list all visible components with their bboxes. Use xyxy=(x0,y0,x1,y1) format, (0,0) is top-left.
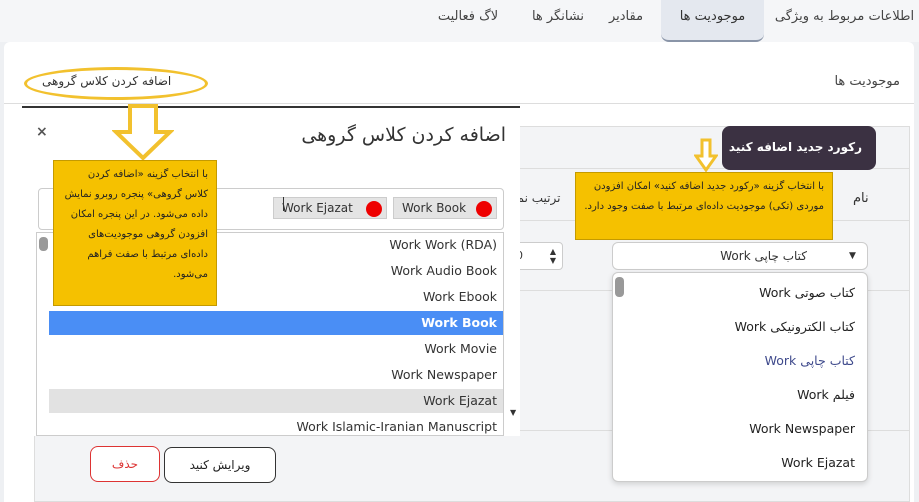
add-new-record-label: رکورد جدید اضافه کنید xyxy=(728,140,862,154)
dropdown-option[interactable]: Work Ejazat xyxy=(781,455,855,470)
list-item-hover[interactable]: Work Ejazat xyxy=(49,389,503,413)
tab-attribute-info[interactable]: اطلاعات مربوط به ویژگی xyxy=(770,0,919,42)
tab-activity-log[interactable]: لاگ فعالیت xyxy=(420,0,516,42)
scroll-down-icon[interactable]: ▼ xyxy=(510,408,516,417)
remove-tag-icon[interactable] xyxy=(366,201,382,217)
dropdown-option[interactable]: Work کتاب الکترونیکی xyxy=(735,319,855,334)
down-arrow-icon xyxy=(694,138,718,172)
entity-type-select[interactable]: Work کتاب چاپی ▼ xyxy=(612,242,868,270)
close-icon[interactable]: × xyxy=(36,124,48,140)
entity-type-dropdown[interactable]: Work کتاب صوتی Work کتاب الکترونیکی Work… xyxy=(612,272,868,482)
delete-button[interactable]: حذف xyxy=(90,446,160,482)
entities-section-label: موجودیت ها xyxy=(834,74,900,89)
column-header-order: ترتیب نما xyxy=(514,191,561,205)
tab-values[interactable]: مقادیر xyxy=(596,0,656,42)
top-tab-bar: اطلاعات مربوط به ویژگی موجودیت ها مقادیر… xyxy=(0,0,919,42)
list-item[interactable]: Work Islamic-Iranian Manuscript xyxy=(49,415,503,435)
column-header-name: نام xyxy=(853,191,869,206)
tag-label: Work Ejazat xyxy=(282,201,353,215)
add-new-record-button[interactable]: رکورد جدید اضافه کنید xyxy=(722,126,876,170)
text-cursor xyxy=(283,197,284,211)
selected-tag: Work Book xyxy=(393,197,497,219)
highlight-ellipse xyxy=(24,67,208,100)
list-item[interactable]: Work Newspaper xyxy=(49,363,503,387)
modal-title: اضافه کردن کلاس گروهی xyxy=(301,124,506,146)
tag-label: Work Book xyxy=(402,201,467,215)
annotation-note-left: با انتخاب گزینه «اضافه کردن کلاس گروهی» … xyxy=(53,160,217,306)
scrollbar-thumb[interactable] xyxy=(615,277,624,297)
selected-tag: Work Ejazat xyxy=(273,197,387,219)
edit-button[interactable]: ویرایش کنید xyxy=(164,447,276,483)
scrollbar-thumb[interactable] xyxy=(39,237,48,251)
list-item-selected[interactable]: Work Book xyxy=(49,311,503,335)
dropdown-option-selected[interactable]: Work کتاب چاپی xyxy=(765,353,855,368)
stepper-arrows-icon[interactable]: ▲ ▼ xyxy=(550,247,556,265)
tab-indicators[interactable]: نشانگر ها xyxy=(520,0,596,42)
tab-entities[interactable]: موجودیت ها xyxy=(661,0,764,42)
list-item[interactable]: Work Movie xyxy=(49,337,503,361)
dropdown-option[interactable]: Work Newspaper xyxy=(749,421,855,436)
down-arrow-icon xyxy=(112,104,174,160)
dropdown-option[interactable]: Work کتاب صوتی xyxy=(759,285,855,300)
chevron-down-icon: ▼ xyxy=(849,251,856,261)
select-current-value: Work کتاب چاپی xyxy=(720,249,807,263)
dropdown-option[interactable]: Work فیلم xyxy=(797,387,855,402)
annotation-note-right: با انتخاب گزینه «رکورد جدید اضافه کنید» … xyxy=(575,172,833,240)
remove-tag-icon[interactable] xyxy=(476,201,492,217)
